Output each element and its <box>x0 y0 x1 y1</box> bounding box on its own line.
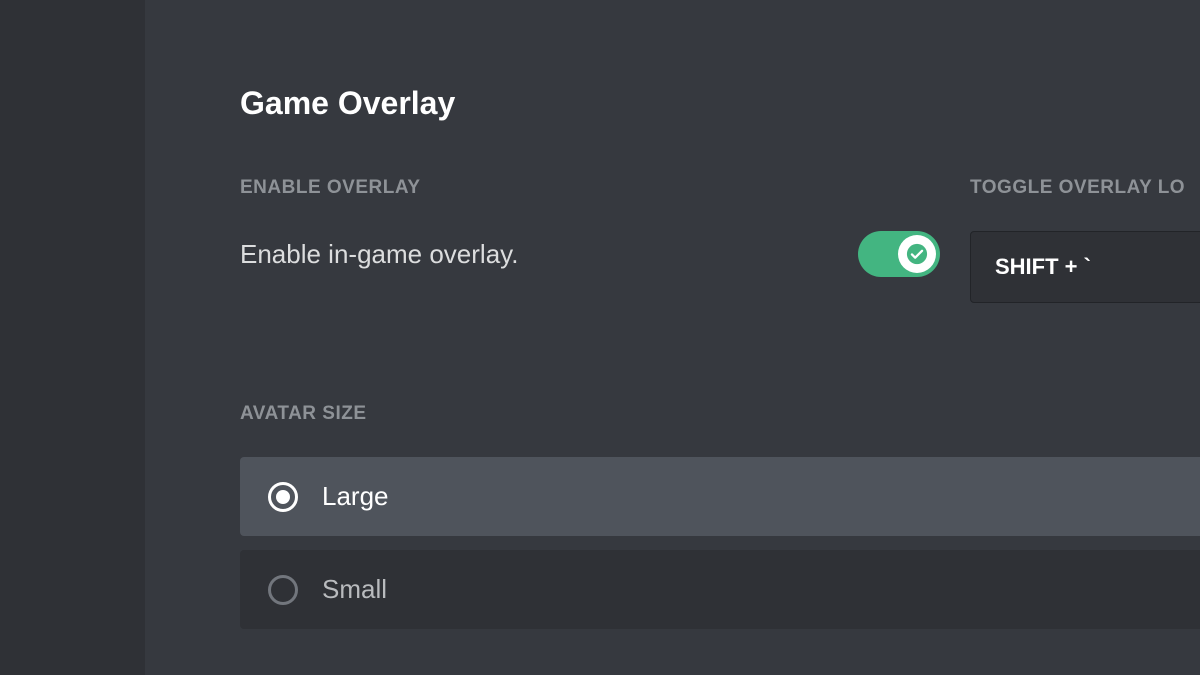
enable-overlay-toggle[interactable] <box>858 231 940 277</box>
settings-content: Game Overlay ENABLE OVERLAY Enable in-ga… <box>145 0 1200 675</box>
page-title: Game Overlay <box>240 85 1200 122</box>
enable-overlay-description: Enable in-game overlay. <box>240 239 518 270</box>
keybind-value: SHIFT + ` <box>995 254 1091 280</box>
enable-overlay-block: ENABLE OVERLAY Enable in-game overlay. <box>240 177 940 303</box>
toggle-knob <box>898 235 936 273</box>
avatar-size-section: AVATAR SIZE Large Small <box>240 403 1200 629</box>
keybind-input[interactable]: SHIFT + ` <box>970 231 1200 303</box>
enable-overlay-row: ENABLE OVERLAY Enable in-game overlay. T… <box>240 177 1200 303</box>
keybind-label: TOGGLE OVERLAY LO <box>970 177 1200 199</box>
avatar-size-label: AVATAR SIZE <box>240 403 1200 425</box>
keybind-block: TOGGLE OVERLAY LO SHIFT + ` <box>970 177 1200 303</box>
radio-label: Large <box>322 481 389 512</box>
radio-unselected-icon <box>268 575 298 605</box>
radio-label: Small <box>322 574 387 605</box>
checkmark-icon <box>906 243 928 265</box>
avatar-size-option-large[interactable]: Large <box>240 457 1200 536</box>
avatar-size-option-small[interactable]: Small <box>240 550 1200 629</box>
enable-overlay-label: ENABLE OVERLAY <box>240 177 940 199</box>
enable-overlay-control-row: Enable in-game overlay. <box>240 231 940 277</box>
radio-selected-icon <box>268 482 298 512</box>
settings-sidebar <box>0 0 145 675</box>
